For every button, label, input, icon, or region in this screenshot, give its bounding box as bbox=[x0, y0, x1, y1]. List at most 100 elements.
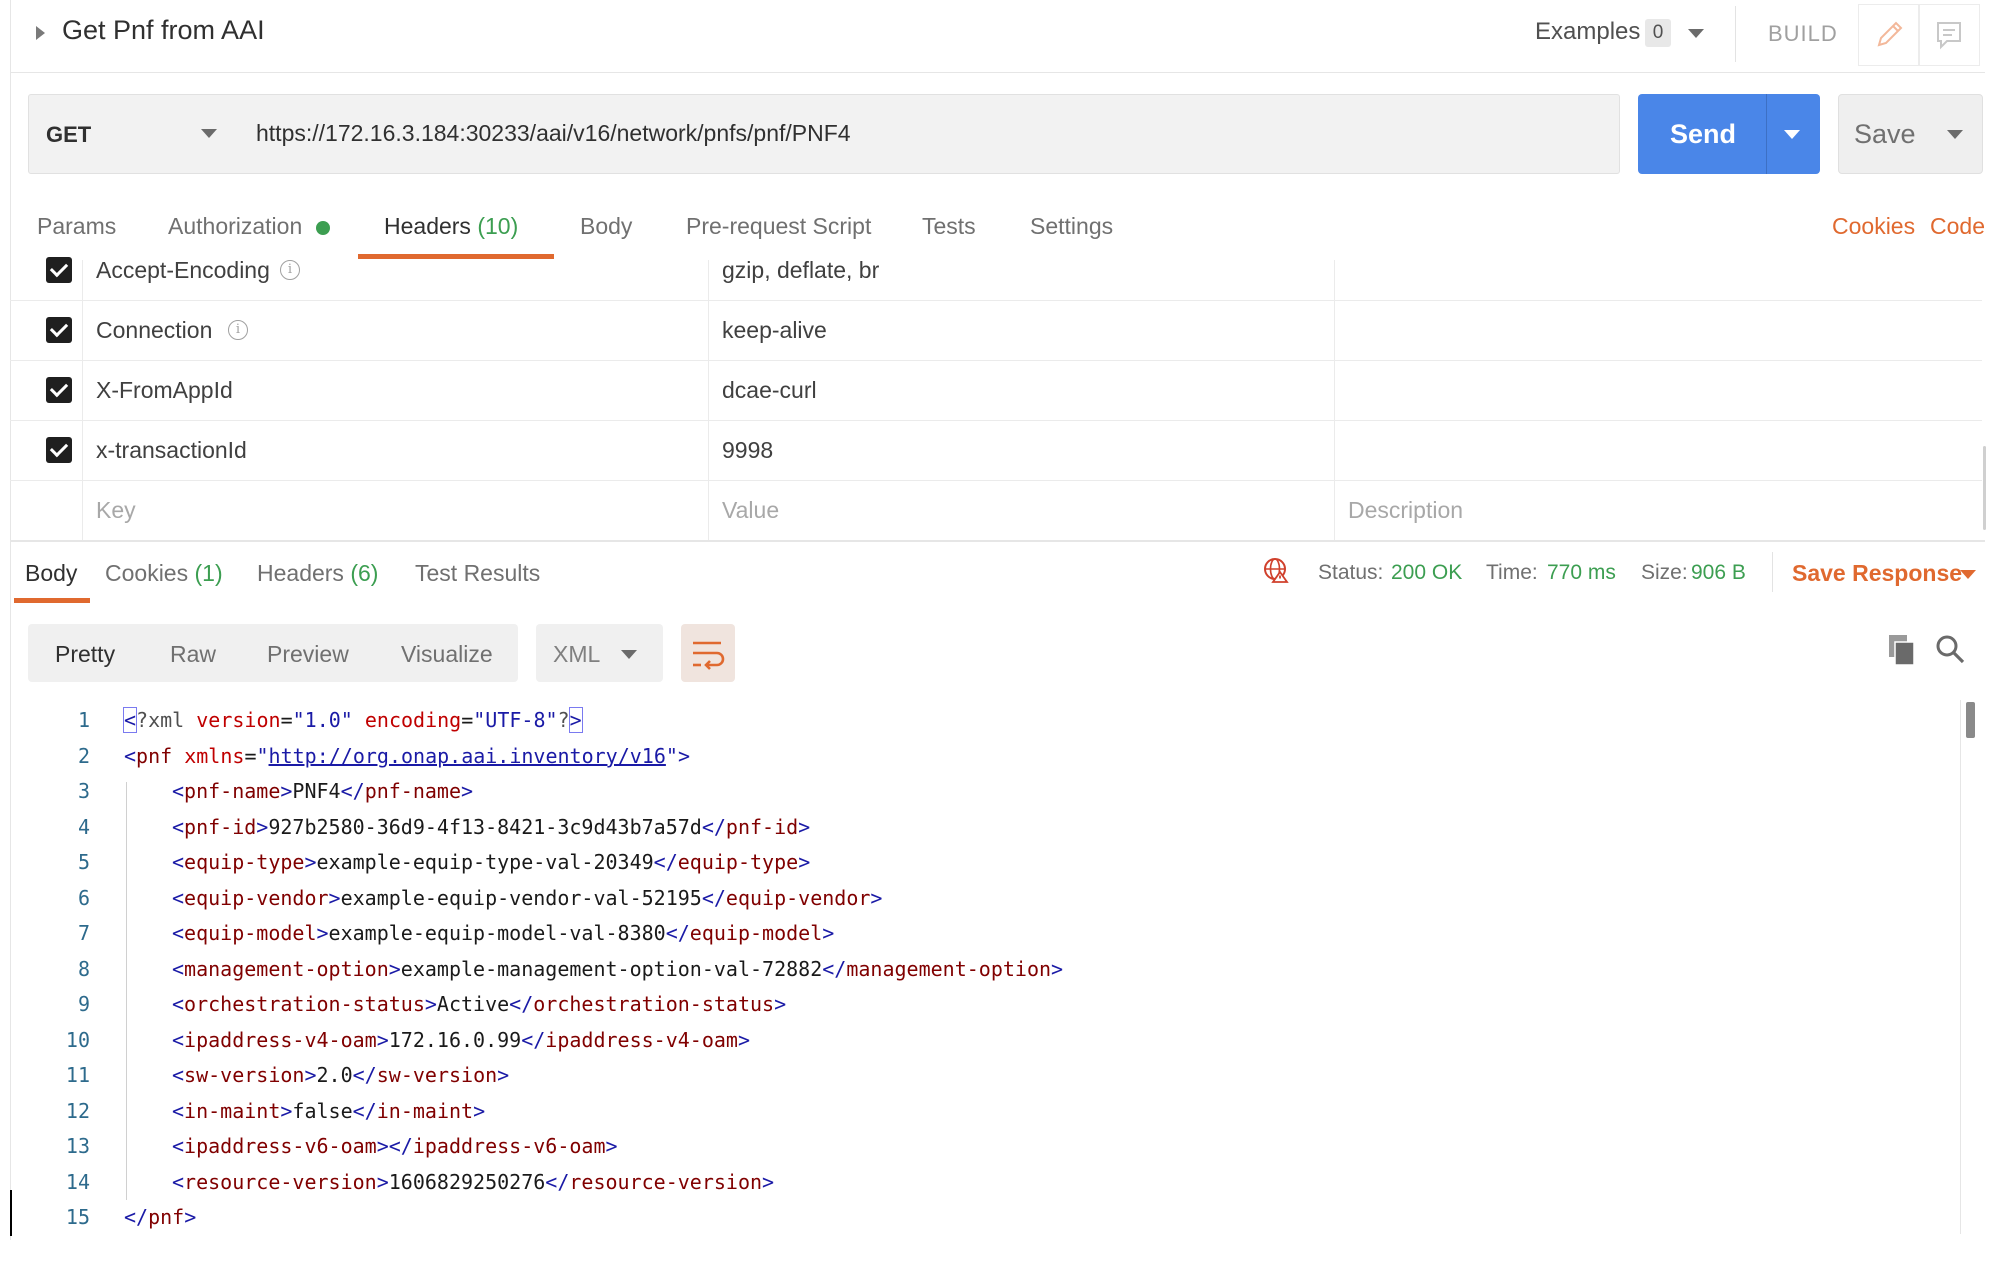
xml-tag: orchestration-status bbox=[533, 992, 775, 1016]
tab-params[interactable]: Params bbox=[37, 213, 116, 240]
code-line: <?xml version="1.0" encoding="UTF-8"?> bbox=[122, 707, 583, 733]
xml-text: 172.16.0.99 bbox=[388, 1028, 522, 1052]
active-tab-indicator bbox=[358, 254, 554, 259]
tab-tests[interactable]: Tests bbox=[922, 213, 976, 240]
code-scrollbar-thumb[interactable] bbox=[1966, 702, 1975, 738]
code-line: <orchestration-status>Active</orchestrat… bbox=[172, 992, 787, 1016]
code-line: </pnf> bbox=[124, 1205, 197, 1229]
size-label: Size: bbox=[1641, 561, 1688, 584]
line-number: 8 bbox=[77, 957, 90, 981]
xml-tag: pnf-id bbox=[184, 815, 257, 839]
tab-pre-request-script[interactable]: Pre-request Script bbox=[686, 213, 871, 240]
response-tab-headers[interactable]: Headers (6) bbox=[257, 560, 378, 587]
key-input[interactable]: Key bbox=[96, 497, 136, 524]
header-key[interactable]: Accept-Encoding bbox=[96, 257, 270, 284]
header-enabled-checkbox[interactable] bbox=[46, 377, 72, 403]
xml-text: example-management-option-val-72882 bbox=[400, 957, 823, 981]
save-label: Save bbox=[1854, 119, 1916, 149]
code-link[interactable]: Code bbox=[1930, 213, 1985, 240]
examples-label[interactable]: Examples bbox=[1535, 18, 1640, 46]
auth-status-dot bbox=[316, 221, 330, 235]
tab-headers-count: (10) bbox=[477, 213, 519, 239]
examples-dropdown-icon[interactable] bbox=[1688, 29, 1704, 38]
tab-headers[interactable]: Headers (10) bbox=[384, 213, 518, 240]
send-label: Send bbox=[1670, 119, 1737, 149]
wrap-lines-button[interactable] bbox=[681, 624, 735, 682]
request-title[interactable]: Get Pnf from AAI bbox=[62, 15, 265, 46]
response-tab-body[interactable]: Body bbox=[25, 560, 77, 587]
view-visualize[interactable]: Visualize bbox=[401, 641, 493, 668]
info-icon[interactable]: i bbox=[280, 260, 300, 280]
code-line: <equip-type>example-equip-type-val-20349… bbox=[172, 850, 811, 874]
xml-text: PNF4 bbox=[292, 779, 341, 803]
row-divider bbox=[10, 360, 1985, 361]
comments-button[interactable] bbox=[1918, 4, 1980, 66]
xml-attribute-value: "UTF-8" bbox=[473, 708, 558, 732]
headers-table bbox=[10, 260, 1985, 542]
tab-settings[interactable]: Settings bbox=[1030, 213, 1113, 240]
info-icon[interactable]: i bbox=[228, 320, 248, 340]
response-tab-test-results[interactable]: Test Results bbox=[415, 560, 540, 587]
xml-tag: pnf-id bbox=[725, 815, 799, 839]
code-line: <in-maint>false</in-maint> bbox=[172, 1099, 486, 1123]
xml-tag: sw-version bbox=[376, 1063, 498, 1087]
time-value[interactable]: 770 ms bbox=[1547, 561, 1616, 585]
search-icon[interactable] bbox=[1935, 634, 1965, 664]
xml-attribute: xmlns bbox=[184, 744, 245, 768]
header-value[interactable]: dcae-curl bbox=[722, 377, 817, 404]
line-number: 2 bbox=[77, 744, 90, 768]
namespace-link[interactable]: http://org.onap.aai.inventory/v16 bbox=[269, 744, 666, 768]
code-line: <ipaddress-v4-oam>172.16.0.99</ipaddress… bbox=[172, 1028, 750, 1052]
xml-text: example-equip-type-val-20349 bbox=[316, 850, 654, 874]
header-enabled-checkbox[interactable] bbox=[46, 437, 72, 463]
xml-text: 2.0 bbox=[316, 1063, 353, 1087]
tab-authorization[interactable]: Authorization bbox=[168, 213, 302, 240]
globe-warning-icon[interactable] bbox=[1263, 557, 1289, 583]
line-number: 10 bbox=[65, 1028, 90, 1052]
header-enabled-checkbox[interactable] bbox=[46, 317, 72, 343]
line-number: 4 bbox=[77, 815, 90, 839]
line-number: 1 bbox=[77, 708, 90, 732]
header-key[interactable]: Connection bbox=[96, 317, 212, 344]
url-value: https://172.16.3.184:30233/aai/v16/netwo… bbox=[256, 120, 851, 146]
row-divider bbox=[10, 480, 1985, 481]
code-line: <resource-version>1606829250276</resourc… bbox=[172, 1170, 775, 1194]
cookies-link[interactable]: Cookies bbox=[1832, 213, 1915, 240]
headers-scrollbar-thumb[interactable] bbox=[1983, 446, 1986, 530]
expand-caret-icon[interactable] bbox=[36, 26, 45, 40]
header-key[interactable]: x-transactionId bbox=[96, 437, 247, 464]
response-tab-headers-count: (6) bbox=[350, 560, 379, 586]
code-scrollbar-track[interactable] bbox=[1960, 700, 1961, 1234]
copy-icon[interactable] bbox=[1888, 634, 1916, 666]
xml-tag: ipaddress-v6-oam bbox=[412, 1134, 606, 1158]
header-value[interactable]: gzip, deflate, br bbox=[722, 257, 879, 284]
xml-bracket: < bbox=[122, 707, 138, 733]
xml-tag: management-option bbox=[846, 957, 1052, 981]
response-tab-cookies[interactable]: Cookies (1) bbox=[105, 560, 223, 587]
tab-body[interactable]: Body bbox=[580, 213, 632, 240]
response-tab-cookies-label: Cookies bbox=[105, 560, 189, 586]
response-body-editor[interactable]: 1 2 3 4 5 6 7 8 9 10 11 12 13 14 15 <?xm… bbox=[28, 700, 1958, 1240]
status-value[interactable]: 200 OK bbox=[1391, 561, 1462, 585]
save-response-button[interactable]: Save Response bbox=[1792, 560, 1962, 587]
divider bbox=[1735, 6, 1736, 62]
xml-tag: pnf bbox=[136, 744, 173, 768]
view-pretty[interactable]: Pretty bbox=[55, 641, 115, 668]
value-input[interactable]: Value bbox=[722, 497, 779, 524]
header-enabled-checkbox[interactable] bbox=[46, 257, 72, 283]
view-preview[interactable]: Preview bbox=[267, 641, 349, 668]
save-response-dropdown-icon[interactable] bbox=[1960, 570, 1976, 579]
header-value[interactable]: 9998 bbox=[722, 437, 773, 464]
header-value[interactable]: keep-alive bbox=[722, 317, 827, 344]
edit-button[interactable] bbox=[1858, 4, 1920, 66]
line-number: 12 bbox=[65, 1099, 90, 1123]
description-input[interactable]: Description bbox=[1348, 497, 1463, 524]
send-options-icon[interactable] bbox=[1784, 130, 1800, 139]
build-button[interactable]: BUILD bbox=[1768, 21, 1838, 47]
header-key[interactable]: X-FromAppId bbox=[96, 377, 233, 404]
xml-tag: pnf bbox=[148, 1205, 185, 1229]
save-options-icon[interactable] bbox=[1947, 130, 1963, 139]
row-divider bbox=[10, 300, 1985, 301]
view-raw[interactable]: Raw bbox=[170, 641, 216, 668]
size-value[interactable]: 906 B bbox=[1691, 561, 1746, 585]
